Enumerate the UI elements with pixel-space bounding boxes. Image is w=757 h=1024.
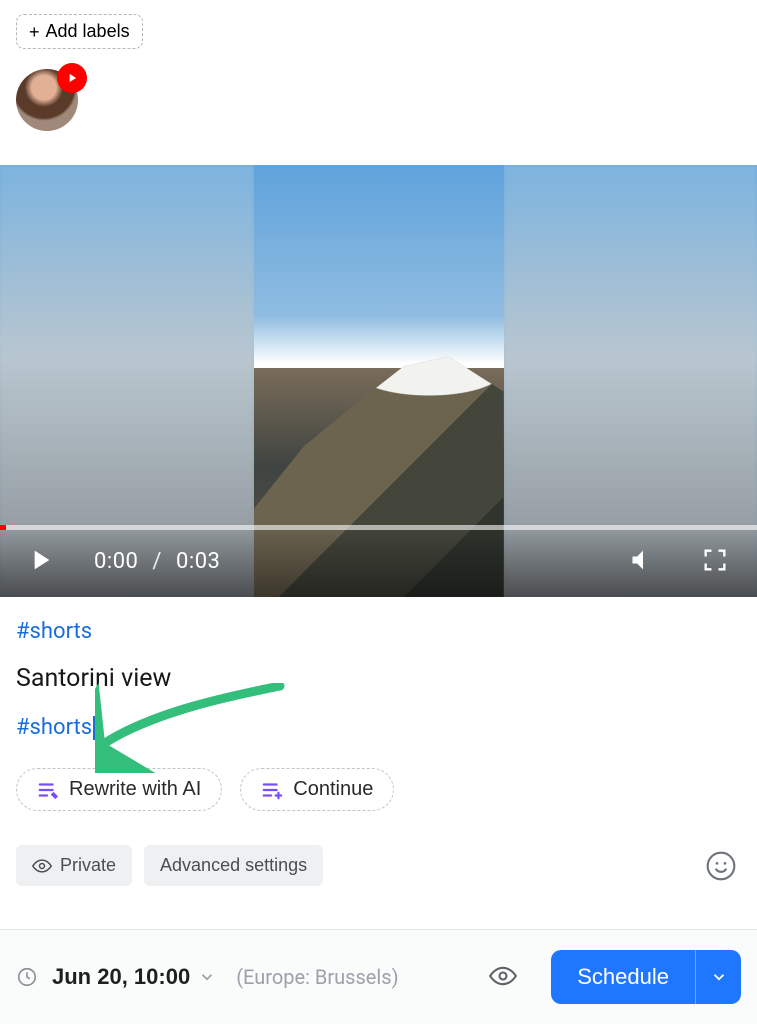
video-current-time: 0:00 xyxy=(94,549,138,574)
text-cursor xyxy=(93,716,95,740)
fullscreen-button[interactable] xyxy=(693,538,737,585)
youtube-badge-icon xyxy=(57,63,87,93)
add-labels-button[interactable]: + Add labels xyxy=(16,14,143,49)
advanced-settings-chip[interactable]: Advanced settings xyxy=(144,845,323,886)
schedule-button[interactable]: Schedule xyxy=(551,950,695,1004)
fullscreen-icon xyxy=(701,546,729,574)
continue-button[interactable]: Continue xyxy=(240,768,394,811)
preview-button[interactable] xyxy=(483,956,523,999)
video-time-separator: / xyxy=(152,549,162,574)
plus-icon: + xyxy=(29,23,40,41)
account-avatar[interactable] xyxy=(16,69,81,139)
private-chip[interactable]: Private xyxy=(16,845,132,886)
add-labels-text: Add labels xyxy=(46,21,130,42)
clock-icon xyxy=(16,966,38,988)
video-player[interactable]: 0:00 / 0:03 xyxy=(0,165,757,597)
eye-icon xyxy=(32,856,52,876)
video-controls: 0:00 / 0:03 xyxy=(0,525,757,597)
chevron-down-icon xyxy=(710,968,728,986)
play-icon xyxy=(24,544,56,576)
rewrite-ai-icon xyxy=(37,779,59,801)
video-duration: 0:03 xyxy=(176,549,220,574)
chevron-down-icon xyxy=(198,968,216,986)
hashtag-top[interactable]: #shorts xyxy=(16,619,741,644)
caption-title[interactable]: Santorini view xyxy=(16,664,741,693)
private-label: Private xyxy=(60,855,116,876)
volume-icon xyxy=(629,546,657,574)
rewrite-with-ai-button[interactable]: Rewrite with AI xyxy=(16,768,222,811)
caption-editor[interactable]: #shorts Santorini view #shorts Rewrite w… xyxy=(0,597,757,811)
volume-button[interactable] xyxy=(621,538,665,585)
continue-label: Continue xyxy=(293,778,373,801)
smiley-icon xyxy=(705,850,737,882)
schedule-datetime: Jun 20, 10:00 xyxy=(52,964,190,990)
schedule-button-group: Schedule xyxy=(551,950,741,1004)
emoji-picker-button[interactable] xyxy=(701,846,741,886)
eye-icon xyxy=(489,962,517,990)
play-button[interactable] xyxy=(20,540,60,583)
video-time: 0:00 / 0:03 xyxy=(94,549,220,574)
video-progress-played xyxy=(0,525,6,530)
video-progress-track[interactable] xyxy=(0,525,757,530)
schedule-time-picker[interactable]: Jun 20, 10:00 xyxy=(52,964,216,990)
hashtag-bottom[interactable]: #shorts xyxy=(16,715,92,740)
footer-bar: Jun 20, 10:00 (Europe: Brussels) Schedul… xyxy=(0,929,757,1024)
schedule-timezone: (Europe: Brussels) xyxy=(236,965,398,989)
schedule-more-button[interactable] xyxy=(695,950,741,1004)
advanced-settings-label: Advanced settings xyxy=(160,855,307,876)
rewrite-with-ai-label: Rewrite with AI xyxy=(69,778,201,801)
continue-icon xyxy=(261,779,283,801)
